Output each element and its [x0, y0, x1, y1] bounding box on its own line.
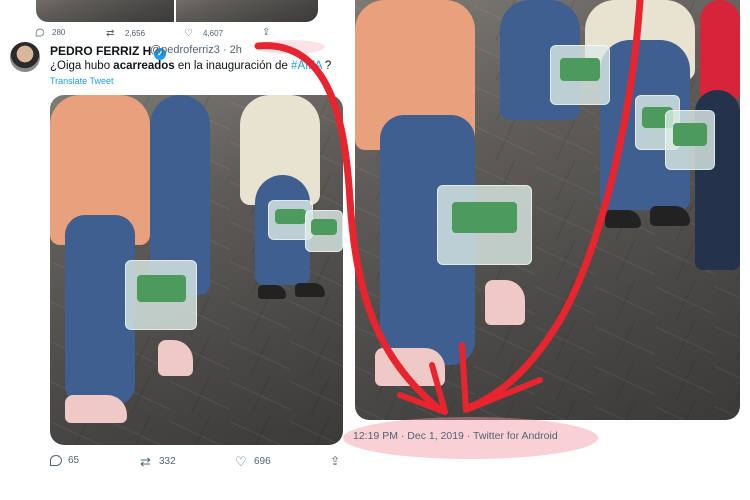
top-retweet-count: 2,656: [125, 29, 146, 38]
author-name-text: PEDRO FERRIZ H: [50, 44, 152, 58]
original-timestamp[interactable]: 12:19 PM · Dec 1, 2019 · Twitter for And…: [353, 430, 558, 442]
top-retweet-action[interactable]: ⇄ 2,656: [106, 27, 145, 40]
pink-sneaker: [65, 395, 127, 423]
like-icon: ♡: [235, 454, 247, 469]
translate-tweet-link[interactable]: Translate Tweet: [50, 76, 114, 86]
tweet-text-start: ¿Oiga hubo: [50, 60, 114, 72]
background-shoe: [650, 206, 690, 226]
gift-bag: [305, 210, 343, 252]
reply-icon: [50, 455, 62, 466]
tweet-text-end: ?: [321, 60, 332, 72]
share-icon: ⇪: [330, 454, 341, 468]
reply-action[interactable]: 65: [50, 455, 79, 466]
like-count: 696: [254, 456, 271, 467]
retweet-icon: ⇄: [140, 454, 151, 469]
retweet-count: 332: [159, 456, 176, 467]
top-like-action[interactable]: ♡ 4,607: [184, 27, 223, 40]
pink-sneaker: [485, 280, 525, 325]
comparison-photo[interactable]: [355, 0, 740, 420]
share-icon: ⇪: [262, 27, 271, 38]
tweet-text: ¿Oiga hubo acarreados en la inauguración…: [50, 60, 331, 72]
avatar[interactable]: [10, 42, 40, 72]
like-icon: ♡: [184, 28, 193, 39]
tweet-photo[interactable]: [50, 95, 343, 445]
tweet-text-bold: acarreados: [113, 60, 175, 72]
hashtag-link[interactable]: #AIFA: [291, 60, 322, 72]
retweet-action[interactable]: ⇄ 332: [140, 455, 176, 468]
background-shoe: [295, 283, 325, 297]
top-reply-action[interactable]: 280: [34, 27, 65, 38]
gift-bag: [125, 260, 197, 330]
handle-highlight: [255, 40, 325, 54]
background-shoe: [258, 285, 286, 299]
pink-sneaker: [375, 348, 445, 386]
previous-image-right[interactable]: [176, 0, 318, 22]
reply-icon: [35, 28, 45, 37]
author-name[interactable]: PEDRO FERRIZ H ✓: [50, 44, 167, 60]
background-person-red: [700, 0, 740, 100]
tweet-text-middle: en la inauguración de: [174, 60, 292, 72]
gift-bag: [550, 45, 610, 105]
author-handle[interactable]: @pedroferriz3 · 2h: [150, 44, 242, 56]
like-action[interactable]: ♡ 696: [235, 455, 271, 468]
share-action[interactable]: ⇪: [330, 455, 343, 468]
top-reply-count: 280: [52, 28, 66, 37]
previous-image-left[interactable]: [36, 0, 174, 22]
reply-count: 65: [68, 455, 80, 466]
top-like-count: 4,607: [203, 29, 224, 38]
top-share-action[interactable]: ⇪: [262, 27, 275, 40]
background-shoe: [605, 210, 641, 228]
retweet-icon: ⇄: [106, 28, 115, 39]
gift-bag: [665, 110, 715, 170]
previous-tweet-images: [36, 0, 318, 30]
gift-bag: [437, 185, 532, 265]
